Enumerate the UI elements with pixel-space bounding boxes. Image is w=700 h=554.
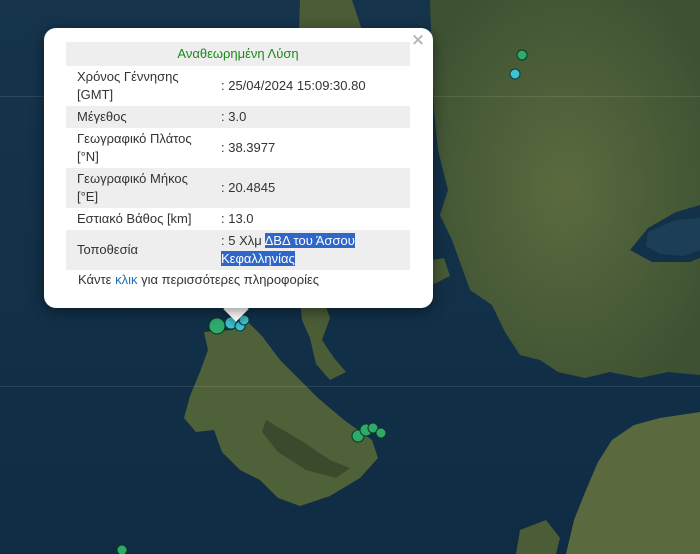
latitude-value: : 38.3977 <box>221 140 276 155</box>
popup-title: Αναθεωρημένη Λύση <box>66 42 410 66</box>
more-info-prefix: Κάντε <box>78 272 116 287</box>
more-info-suffix: για περισσότερες πληροφορίες <box>137 272 320 287</box>
info-row-origin-time: Χρόνος Γέννησης [GMT] : 25/04/2024 15:09… <box>66 66 410 106</box>
longitude-value: : 20.4845 <box>219 168 410 208</box>
longitude-label: Γεωγραφικό Μήκος [°E] <box>66 168 219 208</box>
info-row-location: Τοποθεσία : 5 Χλμ ΔΒΔ του Άσσου Κεφαλληνί… <box>66 230 410 270</box>
quake-marker[interactable] <box>509 68 521 80</box>
origin-time-value: : 25/04/2024 15:09:30.80 <box>221 78 366 93</box>
graticule-line <box>0 386 700 387</box>
depth-label: Εστιακό Βάθος [km] <box>77 211 192 226</box>
location-prefix: : 5 Χλμ <box>221 233 265 248</box>
earthquake-info-popup: × Αναθεωρημένη Λύση Χρόνος Γέννησης [GMT… <box>44 28 433 308</box>
latitude-label: Γεωγραφικό Πλάτος [°N] <box>77 131 192 164</box>
location-highlight: ΔΒΔ του Άσσου <box>264 233 355 248</box>
quake-marker[interactable] <box>375 427 387 439</box>
location-label: Τοποθεσία <box>66 230 219 270</box>
close-icon[interactable]: × <box>410 32 426 49</box>
location-value: : 5 Χλμ ΔΒΔ του Άσσου Κεφαλληνίας <box>219 230 410 270</box>
location-highlight: Κεφαλληνίας <box>221 251 295 266</box>
quake-marker[interactable] <box>116 544 128 554</box>
quake-marker[interactable] <box>208 317 226 335</box>
earthquake-info-table: Αναθεωρημένη Λύση Χρόνος Γέννησης [GMT] … <box>66 42 410 270</box>
magnitude-value: : 3.0 <box>219 106 410 128</box>
origin-time-label: Χρόνος Γέννησης [GMT] <box>77 69 179 102</box>
info-row-magnitude: Μέγεθος : 3.0 <box>66 106 410 128</box>
depth-value: : 13.0 <box>221 211 254 226</box>
info-row-latitude: Γεωγραφικό Πλάτος [°N] : 38.3977 <box>66 128 410 168</box>
more-info-link[interactable]: κλικ <box>115 272 137 287</box>
info-row-longitude: Γεωγραφικό Μήκος [°E] : 20.4845 <box>66 168 410 208</box>
quake-marker[interactable] <box>516 49 528 61</box>
magnitude-label: Μέγεθος <box>66 106 219 128</box>
more-info-text: Κάντε κλικ για περισσότερες πληροφορίες <box>78 272 319 287</box>
info-row-depth: Εστιακό Βάθος [km] : 13.0 <box>66 208 410 230</box>
